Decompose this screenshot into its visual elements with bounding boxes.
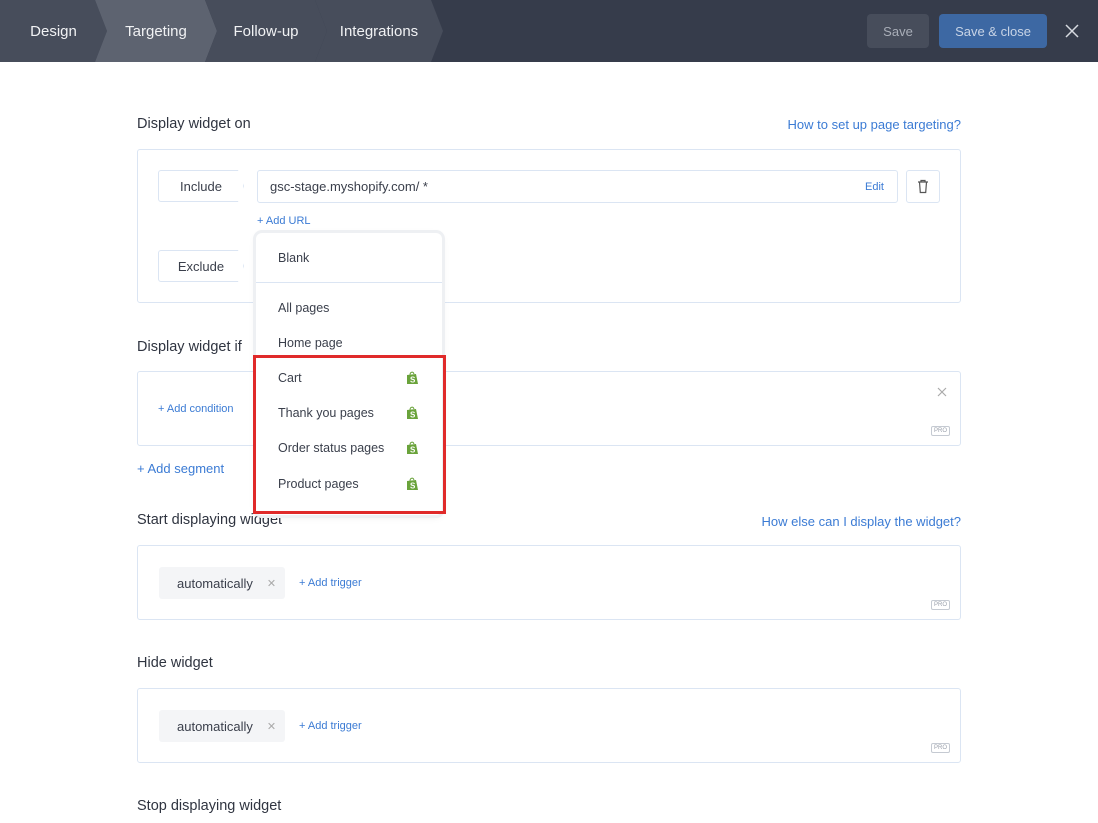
- dropdown-item-product-pages[interactable]: Product pages: [278, 477, 359, 491]
- svg-text:S: S: [410, 411, 416, 420]
- svg-text:S: S: [410, 376, 416, 385]
- add-trigger-link[interactable]: + Add trigger: [299, 720, 362, 732]
- shopify-icon: S: [406, 371, 419, 385]
- tab-label: Targeting: [125, 23, 187, 40]
- svg-text:S: S: [410, 446, 416, 455]
- section-title: Display widget if: [137, 339, 242, 355]
- url-value: gsc-stage.myshopify.com/ *: [270, 179, 428, 194]
- shopify-icon: S: [406, 441, 419, 455]
- top-bar: Design Targeting Follow-up Integrations …: [0, 0, 1098, 62]
- section-title: Stop displaying widget: [137, 798, 281, 814]
- tab-design[interactable]: Design: [0, 0, 107, 62]
- add-trigger-link[interactable]: + Add trigger: [299, 577, 362, 589]
- add-segment-link[interactable]: + Add segment: [137, 461, 224, 476]
- pro-badge: PRO: [931, 600, 950, 610]
- add-url-link[interactable]: + Add URL: [257, 215, 311, 227]
- tab-label: Design: [30, 23, 77, 40]
- remove-segment-icon[interactable]: [937, 384, 947, 402]
- page-preset-dropdown: Blank All pages Home page Cart Thank you…: [256, 233, 442, 515]
- pro-badge: PRO: [931, 426, 950, 436]
- trash-icon: [917, 179, 929, 194]
- exclude-label: Exclude: [158, 250, 244, 282]
- delete-url-button[interactable]: [906, 170, 940, 203]
- tab-integrations[interactable]: Integrations: [315, 0, 443, 62]
- close-icon[interactable]: [1064, 23, 1080, 39]
- page-targeting-help-link[interactable]: How to set up page targeting?: [788, 117, 961, 132]
- tab-targeting[interactable]: Targeting: [95, 0, 217, 62]
- dropdown-item-home-page[interactable]: Home page: [278, 336, 343, 350]
- trigger-chip: automatically ✕: [159, 710, 285, 742]
- tab-label: Follow-up: [233, 23, 298, 40]
- add-condition-link[interactable]: + Add condition: [158, 403, 234, 415]
- trigger-label: automatically: [177, 576, 253, 591]
- save-button[interactable]: Save: [867, 14, 929, 48]
- save-close-button[interactable]: Save & close: [939, 14, 1047, 48]
- dropdown-item-all-pages[interactable]: All pages: [278, 301, 329, 315]
- dropdown-item-order-status-pages[interactable]: Order status pages: [278, 441, 384, 455]
- pro-badge: PRO: [931, 743, 950, 753]
- section-title: Display widget on: [137, 116, 251, 132]
- edit-url-button[interactable]: Edit: [865, 181, 884, 193]
- shopify-icon: S: [406, 477, 419, 491]
- tab-follow-up[interactable]: Follow-up: [205, 0, 327, 62]
- include-label: Include: [158, 170, 244, 202]
- divider: [256, 282, 442, 283]
- tab-label: Integrations: [340, 23, 418, 40]
- dropdown-item-blank[interactable]: Blank: [278, 251, 309, 265]
- remove-trigger-icon[interactable]: ✕: [267, 577, 276, 590]
- shopify-icon: S: [406, 406, 419, 420]
- display-help-link[interactable]: How else can I display the widget?: [762, 514, 961, 529]
- url-input[interactable]: gsc-stage.myshopify.com/ * Edit: [257, 170, 898, 203]
- trigger-chip: automatically ✕: [159, 567, 285, 599]
- svg-text:S: S: [410, 482, 416, 491]
- trigger-label: automatically: [177, 719, 253, 734]
- dropdown-item-cart[interactable]: Cart: [278, 371, 302, 385]
- dropdown-item-thank-you-pages[interactable]: Thank you pages: [278, 406, 374, 420]
- section-title: Hide widget: [137, 655, 213, 671]
- remove-trigger-icon[interactable]: ✕: [267, 720, 276, 733]
